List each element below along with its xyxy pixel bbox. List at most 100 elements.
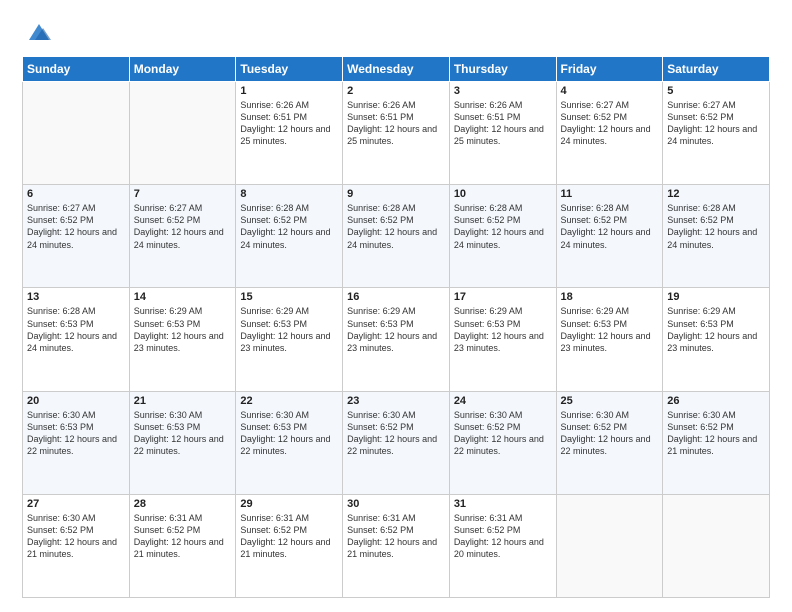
day-detail: Sunrise: 6:31 AMSunset: 6:52 PMDaylight:…	[454, 512, 552, 561]
day-number: 17	[454, 291, 552, 303]
day-number: 27	[27, 498, 125, 510]
header	[22, 18, 770, 46]
calendar-cell: 30Sunrise: 6:31 AMSunset: 6:52 PMDayligh…	[343, 494, 450, 597]
day-number: 9	[347, 188, 445, 200]
day-number: 3	[454, 85, 552, 97]
calendar-cell: 14 Sunrise: 6:29 AMSunset: 6:53 PMDayligh…	[129, 288, 236, 391]
week-row-1: 1Sunrise: 6:26 AMSunset: 6:51 PMDaylight…	[23, 82, 770, 185]
calendar-table: SundayMondayTuesdayWednesdayThursdayFrid…	[22, 56, 770, 598]
day-detail: Sunrise: 6:28 AMSunset: 6:53 PMDaylight:…	[27, 305, 125, 354]
day-number: 25	[561, 395, 659, 407]
day-detail: Sunrise: 6:31 AMSunset: 6:52 PMDaylight:…	[134, 512, 232, 561]
calendar-cell: 4 Sunrise: 6:27 AMSunset: 6:52 PMDaylight…	[556, 82, 663, 185]
day-number: 21	[134, 395, 232, 407]
day-detail: Sunrise: 6:29 AMSunset: 6:53 PMDaylight:…	[454, 305, 552, 354]
day-detail: Sunrise: 6:29 AMSunset: 6:53 PMDaylight:…	[667, 305, 765, 354]
day-detail: Sunrise: 6:30 AMSunset: 6:52 PMDaylight:…	[667, 409, 765, 458]
logo-icon	[25, 18, 53, 46]
weekday-header-friday: Friday	[556, 57, 663, 82]
weekday-header-row: SundayMondayTuesdayWednesdayThursdayFrid…	[23, 57, 770, 82]
calendar-cell: 1Sunrise: 6:26 AMSunset: 6:51 PMDaylight…	[236, 82, 343, 185]
day-number: 19	[667, 291, 765, 303]
day-detail: Sunrise: 6:28 AMSunset: 6:52 PMDaylight:…	[347, 202, 445, 251]
calendar-cell	[663, 494, 770, 597]
day-detail: Sunrise: 6:26 AMSunset: 6:51 PMDaylight:…	[347, 99, 445, 148]
logo	[22, 18, 53, 46]
calendar-cell: 18 Sunrise: 6:29 AMSunset: 6:53 PMDayligh…	[556, 288, 663, 391]
calendar-cell: 28 Sunrise: 6:31 AMSunset: 6:52 PMDayligh…	[129, 494, 236, 597]
day-number: 8	[240, 188, 338, 200]
week-row-4: 20Sunrise: 6:30 AMSunset: 6:53 PMDayligh…	[23, 391, 770, 494]
day-detail: Sunrise: 6:29 AMSunset: 6:53 PMDaylight:…	[347, 305, 445, 354]
day-detail: Sunrise: 6:30 AMSunset: 6:53 PMDaylight:…	[134, 409, 232, 458]
day-detail: Sunrise: 6:28 AMSunset: 6:52 PMDaylight:…	[561, 202, 659, 251]
day-number: 31	[454, 498, 552, 510]
day-number: 4	[561, 85, 659, 97]
weekday-header-monday: Monday	[129, 57, 236, 82]
calendar-cell: 19 Sunrise: 6:29 AMSunset: 6:53 PMDayligh…	[663, 288, 770, 391]
calendar-cell: 7 Sunrise: 6:27 AMSunset: 6:52 PMDaylight…	[129, 185, 236, 288]
calendar-cell: 11Sunrise: 6:28 AMSunset: 6:52 PMDayligh…	[556, 185, 663, 288]
day-detail: Sunrise: 6:29 AMSunset: 6:53 PMDaylight:…	[561, 305, 659, 354]
day-number: 28	[134, 498, 232, 510]
calendar-cell	[129, 82, 236, 185]
day-detail: Sunrise: 6:26 AMSunset: 6:51 PMDaylight:…	[454, 99, 552, 148]
day-detail: Sunrise: 6:29 AMSunset: 6:53 PMDaylight:…	[240, 305, 338, 354]
calendar-cell	[556, 494, 663, 597]
day-detail: Sunrise: 6:28 AMSunset: 6:52 PMDaylight:…	[240, 202, 338, 251]
calendar-cell: 31 Sunrise: 6:31 AMSunset: 6:52 PMDayligh…	[449, 494, 556, 597]
calendar-cell: 13 Sunrise: 6:28 AMSunset: 6:53 PMDayligh…	[23, 288, 130, 391]
day-detail: Sunrise: 6:30 AMSunset: 6:52 PMDaylight:…	[561, 409, 659, 458]
calendar-cell: 6Sunrise: 6:27 AMSunset: 6:52 PMDaylight…	[23, 185, 130, 288]
weekday-header-saturday: Saturday	[663, 57, 770, 82]
calendar-cell: 21 Sunrise: 6:30 AMSunset: 6:53 PMDayligh…	[129, 391, 236, 494]
day-number: 13	[27, 291, 125, 303]
calendar-cell: 10Sunrise: 6:28 AMSunset: 6:52 PMDayligh…	[449, 185, 556, 288]
day-number: 2	[347, 85, 445, 97]
calendar-cell: 17 Sunrise: 6:29 AMSunset: 6:53 PMDayligh…	[449, 288, 556, 391]
day-detail: Sunrise: 6:30 AMSunset: 6:53 PMDaylight:…	[240, 409, 338, 458]
calendar-cell: 2 Sunrise: 6:26 AMSunset: 6:51 PMDaylight…	[343, 82, 450, 185]
calendar-cell: 24 Sunrise: 6:30 AMSunset: 6:52 PMDayligh…	[449, 391, 556, 494]
day-number: 29	[240, 498, 338, 510]
calendar-cell: 26 Sunrise: 6:30 AMSunset: 6:52 PMDayligh…	[663, 391, 770, 494]
weekday-header-tuesday: Tuesday	[236, 57, 343, 82]
calendar-cell: 8 Sunrise: 6:28 AMSunset: 6:52 PMDaylight…	[236, 185, 343, 288]
day-number: 18	[561, 291, 659, 303]
day-detail: Sunrise: 6:27 AMSunset: 6:52 PMDaylight:…	[561, 99, 659, 148]
calendar-cell: 16 Sunrise: 6:29 AMSunset: 6:53 PMDayligh…	[343, 288, 450, 391]
day-detail: Sunrise: 6:31 AMSunset: 6:52 PMDaylight:…	[347, 512, 445, 561]
calendar-cell: 23Sunrise: 6:30 AMSunset: 6:52 PMDayligh…	[343, 391, 450, 494]
calendar-cell: 29 Sunrise: 6:31 AMSunset: 6:52 PMDayligh…	[236, 494, 343, 597]
week-row-3: 13 Sunrise: 6:28 AMSunset: 6:53 PMDayligh…	[23, 288, 770, 391]
week-row-2: 6Sunrise: 6:27 AMSunset: 6:52 PMDaylight…	[23, 185, 770, 288]
day-detail: Sunrise: 6:31 AMSunset: 6:52 PMDaylight:…	[240, 512, 338, 561]
weekday-header-sunday: Sunday	[23, 57, 130, 82]
calendar-cell	[23, 82, 130, 185]
day-number: 22	[240, 395, 338, 407]
day-detail: Sunrise: 6:30 AMSunset: 6:52 PMDaylight:…	[454, 409, 552, 458]
day-detail: Sunrise: 6:27 AMSunset: 6:52 PMDaylight:…	[27, 202, 125, 251]
day-detail: Sunrise: 6:28 AMSunset: 6:52 PMDaylight:…	[667, 202, 765, 251]
day-number: 15	[240, 291, 338, 303]
day-detail: Sunrise: 6:27 AMSunset: 6:52 PMDaylight:…	[134, 202, 232, 251]
day-number: 26	[667, 395, 765, 407]
calendar-cell: 20Sunrise: 6:30 AMSunset: 6:53 PMDayligh…	[23, 391, 130, 494]
calendar-cell: 3 Sunrise: 6:26 AMSunset: 6:51 PMDaylight…	[449, 82, 556, 185]
page: SundayMondayTuesdayWednesdayThursdayFrid…	[0, 0, 792, 612]
day-detail: Sunrise: 6:28 AMSunset: 6:52 PMDaylight:…	[454, 202, 552, 251]
day-detail: Sunrise: 6:30 AMSunset: 6:52 PMDaylight:…	[27, 512, 125, 561]
calendar-cell: 5 Sunrise: 6:27 AMSunset: 6:52 PMDaylight…	[663, 82, 770, 185]
day-number: 14	[134, 291, 232, 303]
day-number: 7	[134, 188, 232, 200]
weekday-header-thursday: Thursday	[449, 57, 556, 82]
day-detail: Sunrise: 6:30 AMSunset: 6:53 PMDaylight:…	[27, 409, 125, 458]
day-detail: Sunrise: 6:29 AMSunset: 6:53 PMDaylight:…	[134, 305, 232, 354]
calendar-cell: 22 Sunrise: 6:30 AMSunset: 6:53 PMDayligh…	[236, 391, 343, 494]
day-number: 5	[667, 85, 765, 97]
day-detail: Sunrise: 6:27 AMSunset: 6:52 PMDaylight:…	[667, 99, 765, 148]
calendar-cell: 9 Sunrise: 6:28 AMSunset: 6:52 PMDaylight…	[343, 185, 450, 288]
day-number: 16	[347, 291, 445, 303]
week-row-5: 27 Sunrise: 6:30 AMSunset: 6:52 PMDayligh…	[23, 494, 770, 597]
day-number: 24	[454, 395, 552, 407]
